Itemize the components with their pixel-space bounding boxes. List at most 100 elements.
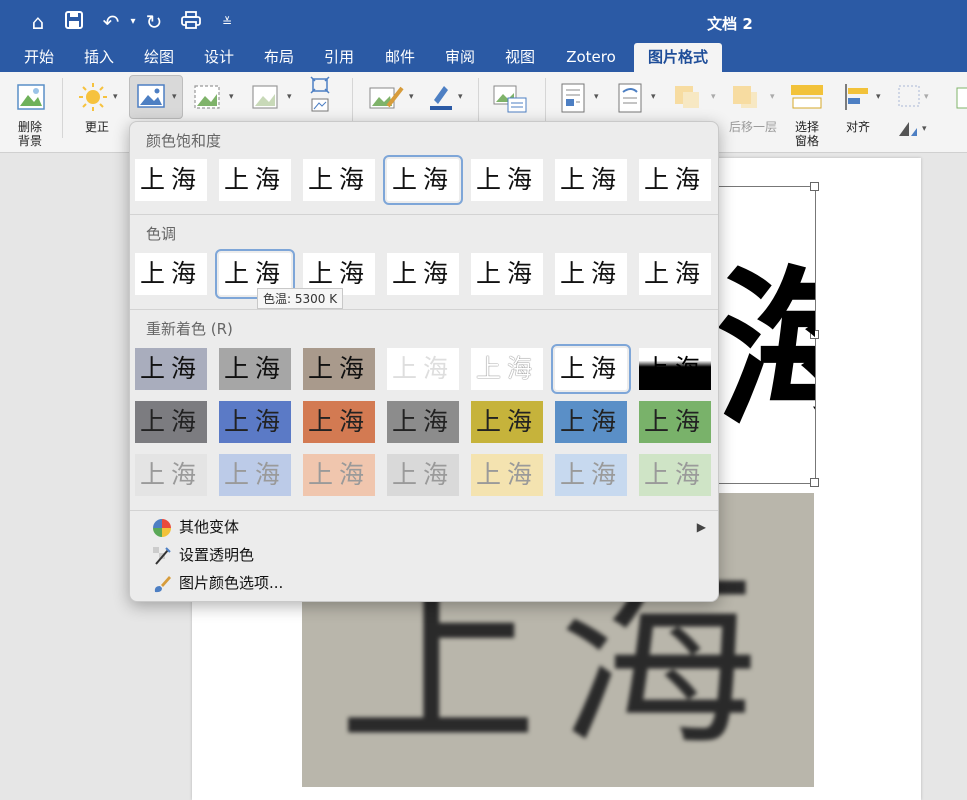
resize-handle[interactable] — [810, 182, 819, 191]
customize-icon[interactable]: ≚ — [214, 10, 240, 34]
color-variant-thumbnail[interactable]: 上海 — [219, 454, 291, 496]
chevron-down-icon[interactable]: ▾ — [651, 92, 656, 102]
set-transparent-color-item[interactable]: 设置透明色 — [152, 543, 254, 567]
recolored-image[interactable]: 海 — [715, 260, 815, 440]
tab-picture-format[interactable]: 图片格式 — [634, 43, 722, 72]
color-variant-thumbnail[interactable]: 上海 — [303, 159, 375, 201]
remove-background-label[interactable]: 删除 背景 — [10, 120, 50, 148]
tab-insert[interactable]: 插入 — [77, 43, 121, 72]
color-variant-thumbnail[interactable]: 上海 — [219, 401, 291, 443]
color-variant-thumbnail[interactable]: 上海 — [555, 159, 627, 201]
remove-background-icon[interactable] — [16, 82, 46, 116]
redo-icon[interactable]: ↻ — [141, 10, 167, 34]
color-variant-thumbnail[interactable]: 上海 — [471, 253, 543, 295]
color-variant-thumbnail[interactable]: 上海 — [219, 159, 291, 201]
tab-review[interactable]: 审阅 — [438, 43, 482, 72]
divider — [130, 214, 718, 215]
color-variant-thumbnail[interactable]: 上海 — [135, 401, 207, 443]
color-variant-thumbnail[interactable]: 上海 — [555, 454, 627, 496]
print-icon[interactable] — [178, 10, 204, 34]
align-icon[interactable] — [842, 82, 872, 116]
color-variant-thumbnail[interactable]: 上海 — [135, 159, 207, 201]
chevron-down-icon: ▾ — [711, 92, 716, 102]
color-variant-thumbnail[interactable]: 上海 — [639, 401, 711, 443]
save-icon[interactable] — [61, 10, 87, 34]
selection-pane-icon[interactable] — [790, 82, 824, 116]
color-variant-thumbnail[interactable]: 上海 — [303, 348, 375, 390]
alt-text-icon[interactable] — [492, 82, 528, 118]
picture-styles-icon[interactable] — [368, 82, 404, 116]
divider — [130, 309, 718, 310]
color-variant-thumbnail[interactable]: 上海 — [639, 454, 711, 496]
color-variant-thumbnail[interactable]: 上海 — [135, 253, 207, 295]
tab-zotero[interactable]: Zotero — [560, 43, 622, 72]
wrap-text-icon[interactable] — [617, 82, 645, 118]
send-backward-icon — [731, 82, 761, 116]
chevron-down-icon[interactable]: ▾ — [172, 92, 177, 102]
bring-forward-icon — [673, 82, 703, 116]
tab-view[interactable]: 视图 — [498, 43, 542, 72]
tab-references[interactable]: 引用 — [317, 43, 361, 72]
color-variant-thumbnail[interactable]: 上海 — [383, 155, 463, 205]
align-label[interactable]: 对齐 — [838, 120, 878, 134]
color-variant-thumbnail[interactable]: 上海 — [639, 159, 711, 201]
color-variant-thumbnail[interactable]: 上海 — [219, 348, 291, 390]
rotate-icon[interactable] — [897, 120, 919, 142]
send-backward-label: 后移一层 — [728, 120, 777, 134]
color-variant-thumbnail[interactable]: 上海 — [471, 348, 543, 390]
chevron-down-icon[interactable]: ▾ — [113, 92, 118, 102]
home-icon[interactable]: ⌂ — [25, 10, 51, 34]
color-button[interactable]: ▾ — [129, 75, 183, 119]
artistic-effects-icon[interactable] — [193, 82, 223, 116]
crop-icon[interactable] — [955, 86, 967, 114]
picture-color-options-label: 图片颜色选项... — [179, 574, 284, 592]
tab-home[interactable]: 开始 — [17, 43, 61, 72]
more-variations-item[interactable]: 其他变体 — [152, 515, 239, 539]
chevron-down-icon[interactable]: ▾ — [229, 92, 234, 102]
color-variant-thumbnail[interactable]: 上海 — [639, 348, 711, 390]
color-variant-thumbnail[interactable]: 上海 — [303, 401, 375, 443]
color-variant-thumbnail[interactable]: 上海 — [471, 454, 543, 496]
chevron-down-icon[interactable]: ▾ — [876, 92, 881, 102]
color-variant-thumbnail[interactable]: 上海 — [387, 348, 459, 390]
chevron-down-icon[interactable]: ▾ — [922, 124, 927, 134]
chevron-down-icon[interactable]: ▾ — [458, 92, 463, 102]
transparency-icon[interactable] — [251, 82, 281, 116]
corrections-icon[interactable] — [78, 82, 108, 116]
picture-color-options-item[interactable]: 图片颜色选项... — [152, 571, 283, 595]
color-variant-thumbnail[interactable]: 上海 — [135, 454, 207, 496]
tone-section-title: 色调 — [146, 225, 177, 243]
resize-handle[interactable] — [810, 478, 819, 487]
selection-pane-label[interactable]: 选择 窗格 — [785, 120, 829, 148]
paint-brush-icon — [152, 574, 172, 594]
chevron-down-icon[interactable]: ▾ — [594, 92, 599, 102]
color-variant-thumbnail[interactable]: 上海 — [387, 454, 459, 496]
group-icon — [897, 84, 921, 112]
color-variant-thumbnail[interactable]: 上海 — [471, 401, 543, 443]
recolor-section-title: 重新着色 (R) — [146, 320, 233, 338]
tab-mailings[interactable]: 邮件 — [378, 43, 422, 72]
tab-draw[interactable]: 绘图 — [137, 43, 181, 72]
color-variant-thumbnail[interactable]: 上海 — [555, 401, 627, 443]
color-variant-thumbnail[interactable]: 上海 — [551, 344, 631, 394]
chevron-down-icon[interactable]: ▾ — [409, 92, 414, 102]
color-wheel-icon — [152, 518, 172, 538]
position-icon[interactable] — [560, 82, 588, 118]
color-variant-thumbnail[interactable]: 上海 — [471, 159, 543, 201]
chevron-down-icon: ▾ — [770, 92, 775, 102]
color-variant-thumbnail[interactable]: 上海 — [387, 401, 459, 443]
color-variant-thumbnail[interactable]: 上海 — [387, 253, 459, 295]
title-bar: ⌂ ↶ ▾ ↻ ≚ 文档 2 开始 插入 绘图 设计 布局 引用 邮件 审阅 视… — [0, 0, 967, 72]
corrections-label[interactable]: 更正 — [80, 120, 114, 134]
compress-icon[interactable] — [309, 75, 331, 119]
tab-design[interactable]: 设计 — [197, 43, 241, 72]
tab-layout[interactable]: 布局 — [257, 43, 301, 72]
chevron-down-icon[interactable]: ▾ — [287, 92, 292, 102]
color-variant-thumbnail[interactable]: 上海 — [303, 454, 375, 496]
color-variant-thumbnail[interactable]: 上海 — [639, 253, 711, 295]
submenu-arrow-icon: ▶ — [696, 520, 706, 534]
picture-border-icon[interactable] — [428, 82, 454, 116]
color-variant-thumbnail[interactable]: 上海 — [135, 348, 207, 390]
color-variant-thumbnail[interactable]: 上海 — [555, 253, 627, 295]
ribbon-separator — [62, 78, 63, 138]
